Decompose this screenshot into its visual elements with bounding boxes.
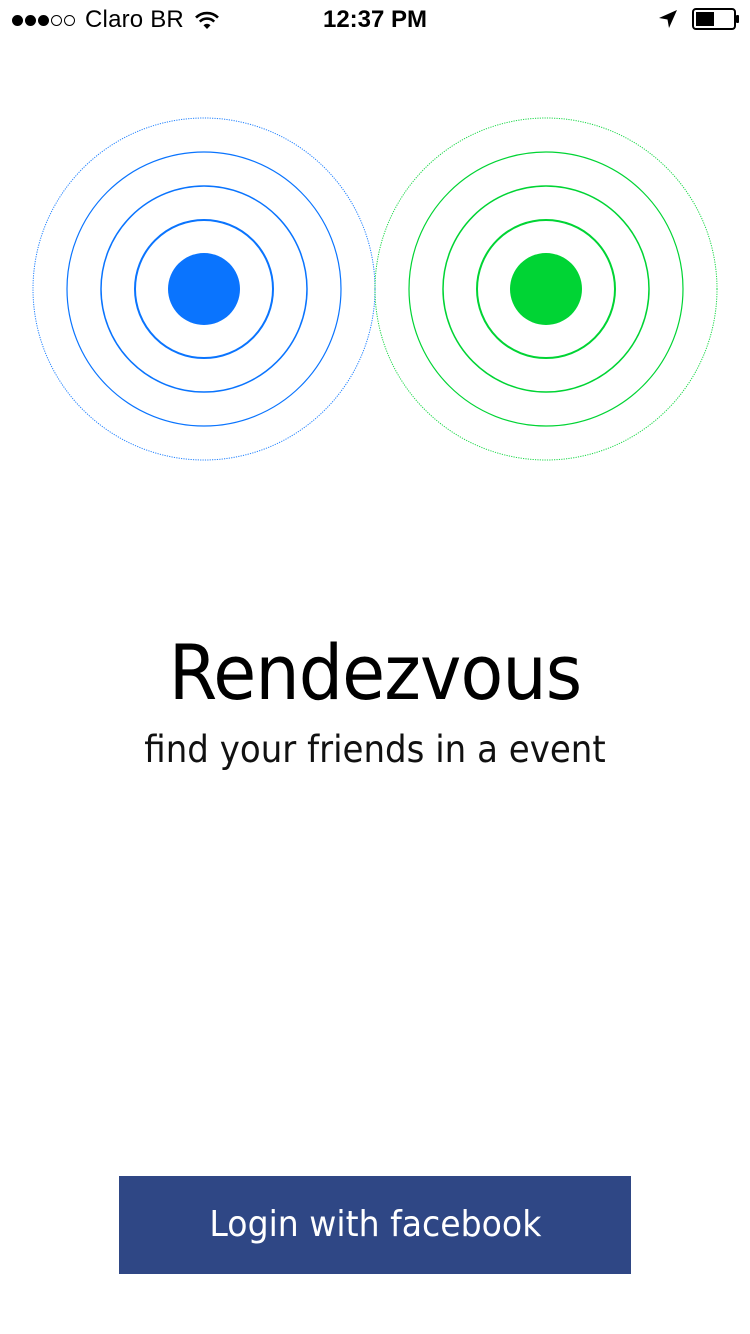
status-right bbox=[658, 8, 740, 30]
blue-dot bbox=[168, 253, 240, 325]
green-radar bbox=[374, 117, 718, 461]
app-tagline: find your friends in a event bbox=[144, 728, 606, 771]
blue-radar bbox=[32, 117, 376, 461]
login-facebook-button[interactable]: Login with facebook bbox=[119, 1176, 631, 1274]
green-dot bbox=[510, 253, 582, 325]
location-arrow-icon bbox=[659, 10, 677, 28]
status-bar: Claro BR 12:37 PM bbox=[0, 0, 750, 40]
login-button-label: Login with facebook bbox=[209, 1204, 541, 1245]
battery-icon bbox=[692, 8, 739, 30]
status-time: 12:37 PM bbox=[322, 6, 428, 33]
app-title: Rendezvous bbox=[168, 628, 582, 717]
radar-illustration bbox=[32, 117, 718, 461]
